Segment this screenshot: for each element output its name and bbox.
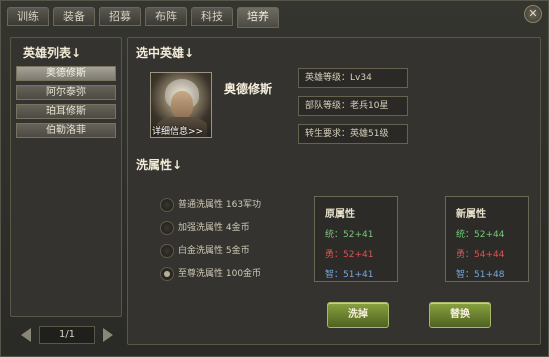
- detail-link[interactable]: 详细信息>>: [152, 124, 203, 137]
- selected-hero-title: 选中英雄↓: [136, 46, 195, 60]
- hero-level-box: 英雄等级：Lv34: [298, 68, 408, 88]
- original-attributes-box: 原属性 统：52+41 勇：52+41 智：51+41: [314, 196, 398, 282]
- replace-button[interactable]: 替换: [429, 302, 491, 328]
- window-frame: 训练 装备 招募 布阵 科技 培养 ✕ 英雄列表↓ 奥德修斯 阿尔泰弥 珀耳修斯…: [0, 0, 549, 357]
- tab-formation[interactable]: 布阵: [145, 7, 187, 26]
- hero-name: 奥德修斯: [224, 82, 273, 96]
- wash-option-label: 加强洗属性 4金币: [178, 223, 250, 233]
- original-attributes-title: 原属性: [325, 209, 355, 220]
- new-attr-valor: 勇：54+44: [456, 250, 505, 260]
- wash-option[interactable]: 白金洗属性 5金币: [160, 244, 261, 264]
- list-item[interactable]: 伯勒洛菲: [16, 123, 116, 138]
- next-page-arrow-icon[interactable]: [103, 328, 113, 342]
- close-icon[interactable]: ✕: [524, 5, 542, 23]
- hero-list-panel: 英雄列表↓ 奥德修斯 阿尔泰弥 珀耳修斯 伯勒洛菲: [10, 37, 122, 317]
- rebirth-requirement-box: 转生要求：英雄51级: [298, 124, 408, 144]
- wash-option[interactable]: 至尊洗属性 100金币: [160, 267, 261, 287]
- list-item[interactable]: 珀耳修斯: [16, 104, 116, 119]
- new-attr-wisdom: 智：51+48: [456, 270, 505, 280]
- wash-option-label: 普通洗属性 163军功: [178, 200, 262, 210]
- tab-recruit[interactable]: 招募: [99, 7, 141, 26]
- pager: 1/1: [21, 324, 113, 346]
- wash-option-label: 白金洗属性 5金币: [178, 246, 250, 256]
- list-item[interactable]: 奥德修斯: [16, 66, 116, 81]
- original-attr-wisdom: 智：51+41: [325, 270, 374, 280]
- new-attr-command: 统：52+44: [456, 230, 505, 240]
- unit-level-box: 部队等级：老兵10星: [298, 96, 408, 116]
- tab-training[interactable]: 训练: [7, 7, 49, 26]
- original-attr-command: 统：52+41: [325, 230, 374, 240]
- selected-hero-panel: 选中英雄↓ 详细信息>> 奥德修斯 英雄等级：Lv34 部队等级：老兵10星 转…: [127, 37, 541, 345]
- tab-equipment[interactable]: 装备: [53, 7, 95, 26]
- page-indicator: 1/1: [39, 326, 95, 344]
- tab-bar: 训练 装备 招募 布阵 科技 培养: [7, 7, 279, 28]
- wash-options: 普通洗属性 163军功 加强洗属性 4金币 白金洗属性 5金币 至尊洗属性 10…: [160, 198, 261, 290]
- tab-cultivate[interactable]: 培养: [237, 7, 279, 28]
- tab-tech[interactable]: 科技: [191, 7, 233, 26]
- prev-page-arrow-icon[interactable]: [21, 328, 31, 342]
- radio-icon[interactable]: [160, 267, 174, 281]
- wash-option[interactable]: 普通洗属性 163军功: [160, 198, 261, 218]
- wash-option[interactable]: 加强洗属性 4金币: [160, 221, 261, 241]
- list-item[interactable]: 阿尔泰弥: [16, 85, 116, 100]
- wash-option-label: 至尊洗属性 100金币: [178, 269, 262, 279]
- radio-icon[interactable]: [160, 221, 174, 235]
- hero-list: 奥德修斯 阿尔泰弥 珀耳修斯 伯勒洛菲: [16, 66, 116, 142]
- original-attr-valor: 勇：52+41: [325, 250, 374, 260]
- radio-icon[interactable]: [160, 244, 174, 258]
- hero-list-title: 英雄列表↓: [23, 46, 82, 60]
- radio-icon[interactable]: [160, 198, 174, 212]
- new-attributes-box: 新属性 统：52+44 勇：54+44 智：51+48: [445, 196, 529, 282]
- wash-button[interactable]: 洗掉: [327, 302, 389, 328]
- new-attributes-title: 新属性: [456, 209, 486, 220]
- wash-attributes-title: 洗属性↓: [136, 158, 183, 172]
